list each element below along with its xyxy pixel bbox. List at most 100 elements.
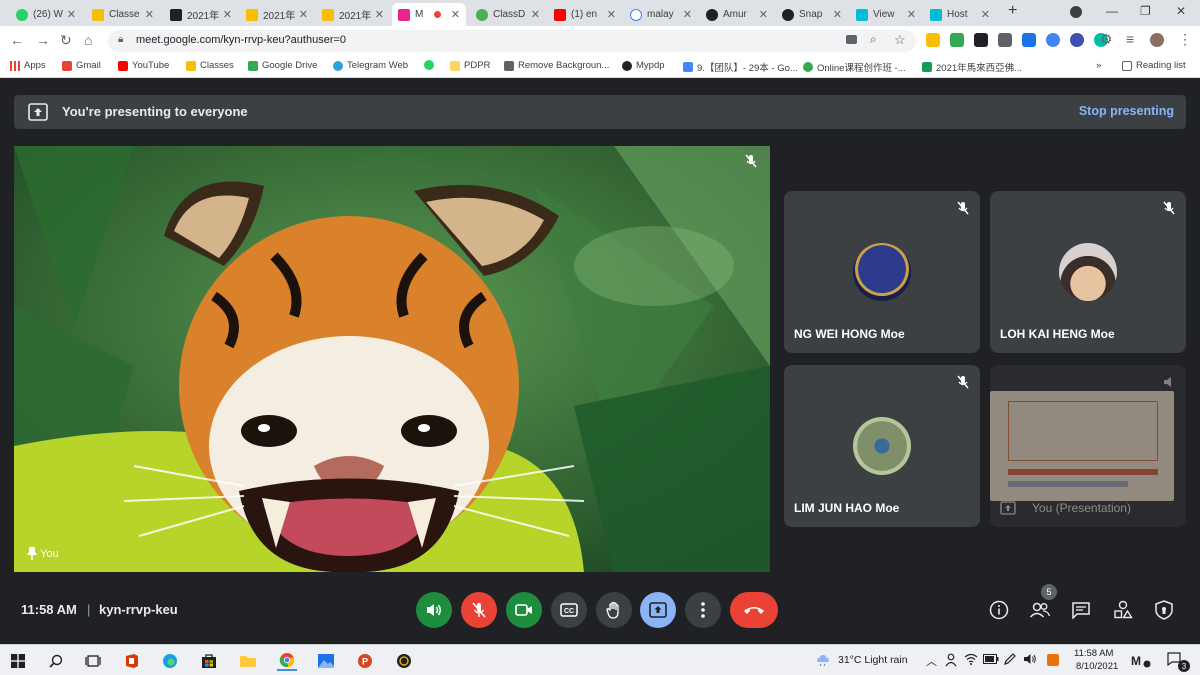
reading-list[interactable]: Reading list (1122, 60, 1186, 71)
tab-snap[interactable]: Snap ✕ (776, 3, 848, 26)
bookmark-mypdp[interactable]: Mypdp (622, 60, 665, 71)
address-bar[interactable]: 🔒︎ meet.google.com/kyn-rrvp-keu?authuser… (108, 30, 916, 52)
leave-call-button[interactable] (730, 592, 778, 628)
reload-icon[interactable]: ↻ (60, 32, 72, 49)
task-view-icon[interactable] (83, 651, 103, 671)
present-now-button[interactable] (640, 592, 676, 628)
tab-meet-active[interactable]: M ✕ (392, 3, 466, 26)
close-icon[interactable]: ✕ (223, 8, 232, 21)
close-icon[interactable]: ✕ (145, 8, 154, 21)
stop-presenting-button[interactable]: Stop presenting (1079, 104, 1174, 118)
close-icon[interactable]: ✕ (981, 8, 990, 21)
search-icon[interactable] (46, 651, 66, 671)
pin-icon[interactable] (26, 546, 38, 565)
tab-view[interactable]: View ✕ (850, 3, 922, 26)
file-explorer-icon[interactable] (238, 651, 258, 671)
tab-youtube[interactable]: (1) en ✕ (548, 3, 622, 26)
bookmarks-overflow-icon[interactable]: » (1096, 60, 1101, 71)
people-button[interactable] (1028, 598, 1052, 622)
participant-tile[interactable]: LIM JUN HAO Moe (784, 365, 980, 527)
participant-tile[interactable]: LOH KAI HENG Moe (990, 191, 1186, 353)
bookmark-youtube[interactable]: YouTube (118, 60, 169, 71)
extension-icon[interactable] (974, 33, 988, 47)
tab-google-search[interactable]: malay ✕ (624, 3, 698, 26)
tab-2021-a[interactable]: 2021年 ✕ (164, 3, 238, 26)
edge-icon[interactable] (160, 651, 180, 671)
close-icon[interactable]: ✕ (759, 8, 768, 21)
bookmark-apps[interactable]: Apps (10, 60, 46, 71)
bookmark-google-drive[interactable]: Google Drive (248, 60, 317, 71)
profile-dot-icon[interactable] (1070, 6, 1082, 18)
pen-icon[interactable] (1004, 653, 1016, 670)
close-icon[interactable]: ✕ (607, 8, 616, 21)
extension-icon[interactable] (1022, 33, 1036, 47)
restore-icon[interactable]: ❐ (1140, 4, 1151, 18)
close-icon[interactable]: ✕ (531, 8, 540, 21)
orange-app-icon[interactable] (1046, 653, 1060, 670)
photos-icon[interactable] (316, 651, 336, 671)
person-icon[interactable] (945, 653, 957, 670)
url-text[interactable]: meet.google.com/kyn-rrvp-keu?authuser=0 (136, 34, 346, 46)
new-tab-icon[interactable]: + (1008, 2, 1017, 20)
tab-amur[interactable]: Amur ✕ (700, 3, 774, 26)
tab-2021-b[interactable]: 2021年 ✕ (240, 3, 314, 26)
bookmark-star-icon[interactable]: ☆ (894, 32, 906, 48)
activities-button[interactable] (1111, 598, 1135, 622)
speaker-button[interactable] (416, 592, 452, 628)
more-options-button[interactable] (685, 592, 721, 628)
captions-button[interactable]: CC (551, 592, 587, 628)
tab-whatsapp[interactable]: (26) W ✕ (10, 3, 82, 26)
raise-hand-button[interactable] (596, 592, 632, 628)
close-icon[interactable]: ✕ (833, 8, 842, 21)
camera-in-use-icon[interactable] (846, 35, 857, 44)
meeting-details-button[interactable] (987, 598, 1011, 622)
window-close-icon[interactable]: ✕ (1176, 4, 1186, 18)
bookmark-whatsapp[interactable] (424, 60, 438, 70)
puzzle-extensions-icon[interactable]: ⚙ (1100, 31, 1113, 48)
bookmark-online-course[interactable]: Online课程创作班 -... (803, 60, 906, 74)
taskbar-time[interactable]: 11:58 AM (1074, 648, 1113, 659)
volume-icon[interactable] (1023, 653, 1037, 668)
menu-dots-icon[interactable]: ⋮ (1178, 31, 1192, 48)
weather-icon[interactable] (816, 653, 830, 670)
snap-camera-icon[interactable] (394, 651, 414, 671)
bookmark-classes[interactable]: Classes (186, 60, 234, 71)
weather-text[interactable]: 31°C Light rain (838, 654, 908, 666)
home-icon[interactable]: ⌂ (84, 32, 92, 48)
extension-icon[interactable] (1070, 33, 1084, 47)
powerpoint-icon[interactable]: P (355, 651, 375, 671)
bookmark-remove-background[interactable]: Remove Backgroun... (504, 60, 609, 71)
close-icon[interactable]: ✕ (907, 8, 916, 21)
participant-tile[interactable]: NG WEI HONG Moe (784, 191, 980, 353)
tab-classdojo[interactable]: ClassD ✕ (470, 3, 546, 26)
media-control-icon[interactable]: ≡ (1126, 31, 1134, 47)
back-icon[interactable]: ← (10, 32, 24, 48)
bookmark-telegram[interactable]: Telegram Web (333, 60, 408, 71)
chrome-icon[interactable] (277, 651, 297, 671)
store-icon[interactable] (199, 651, 219, 671)
minimize-icon[interactable]: — (1106, 4, 1118, 18)
close-icon[interactable]: ✕ (683, 8, 692, 21)
chevron-up-icon[interactable]: ︿ (926, 653, 937, 669)
avatar[interactable] (1150, 33, 1164, 47)
close-icon[interactable]: ✕ (67, 8, 76, 21)
windows-start-icon[interactable] (8, 651, 28, 671)
extension-icon[interactable] (1046, 33, 1060, 47)
battery-icon[interactable] (983, 654, 999, 667)
wifi-icon[interactable] (964, 653, 978, 668)
extension-icon[interactable] (950, 33, 964, 47)
tab-2021-c[interactable]: 2021年 ✕ (316, 3, 390, 26)
close-icon[interactable]: ✕ (451, 8, 460, 21)
bookmark-2021-malaysia[interactable]: 2021年馬來西亞佛... (922, 60, 1022, 74)
host-controls-button[interactable] (1152, 598, 1176, 622)
office-icon[interactable] (122, 651, 142, 671)
close-icon[interactable]: ✕ (375, 8, 384, 21)
extension-icon[interactable] (926, 33, 940, 47)
tab-classes[interactable]: Classe ✕ (86, 3, 160, 26)
presentation-tile[interactable]: You (Presentation) (990, 365, 1186, 527)
camera-toggle-button[interactable] (506, 592, 542, 628)
zoom-icon[interactable]: ⌕ (870, 32, 877, 47)
mic-toggle-button[interactable] (461, 592, 497, 628)
ime-icon[interactable]: M (1131, 652, 1151, 671)
bookmark-gmail[interactable]: Gmail (62, 60, 101, 71)
